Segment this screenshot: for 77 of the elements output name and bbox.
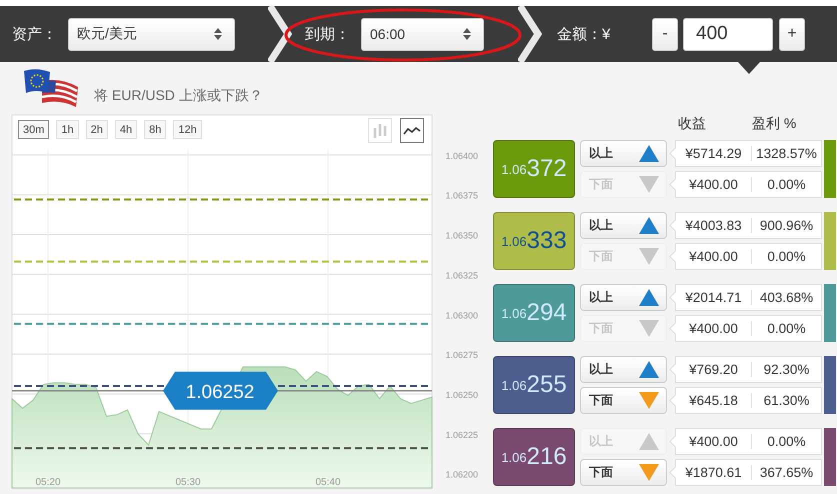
chart-type-button[interactable] [400,118,424,143]
y-axis-label: 1.06325 [445,270,478,280]
x-axis-label: 05:20 [35,477,61,488]
y-axis-label: 1.06250 [445,390,478,400]
column-header: 盈利 % [752,115,796,133]
price-badge: 1.06252 [163,372,278,410]
up-triangle-icon [638,216,660,235]
x-axis-label: 05:40 [315,477,341,488]
expiry-select[interactable]: 06:00 [361,18,484,50]
timeframe-button[interactable]: 8h [144,120,166,139]
y-axis-label: 1.06350 [445,230,478,241]
amount-input[interactable]: 400 [683,18,773,50]
down-triangle-icon [638,391,660,410]
timeframe-button[interactable]: 12h [173,120,202,139]
below-button[interactable]: 下面 [580,459,667,486]
candlestick-icon [373,122,387,138]
strike-price-card[interactable]: 1.06216 [493,428,575,486]
payout-amount: ¥400.00 [676,321,752,336]
profit-percent: 61.30% [762,393,810,408]
profit-percent: 367.65% [758,465,814,480]
payout-amount: ¥769.20 [676,362,752,377]
up-triangle-icon [638,288,660,307]
above-button[interactable]: 以上 [580,212,667,239]
timeframe-button[interactable]: 4h [114,120,138,139]
y-axis-label: 1.06200 [445,470,478,480]
chevron-separator-icon [518,6,542,62]
sort-icon [463,28,471,40]
profit-percent: 92.30% [762,362,810,377]
y-axis-label: 1.06400 [445,150,478,161]
payout-amount: ¥400.00 [676,177,752,192]
column-header: 收益 [678,115,706,133]
above-button[interactable]: 以上 [580,140,667,167]
line-chart-icon [403,124,421,136]
up-triangle-icon [638,360,660,379]
asset-label: 资产： [12,24,58,44]
above-button[interactable]: 以上 [580,284,667,311]
profit-percent: 900.96% [758,218,814,233]
down-triangle-icon [638,175,660,194]
profit-percent: 0.00% [766,249,807,264]
strike-price-card[interactable]: 1.06333 [493,212,575,270]
amount-label: 金额：¥ [557,24,612,44]
y-axis-label: 1.06225 [445,430,478,440]
x-axis-label: 05:30 [175,477,201,488]
expiry-label: 到期： [305,24,351,44]
profit-percent: 0.00% [766,321,807,336]
decrease-button[interactable]: - [652,18,678,50]
timeframe-button[interactable]: 1h [56,120,79,139]
y-axis-label: 1.06375 [445,190,478,201]
profit-percent: 0.00% [766,434,807,449]
up-triangle-icon [638,144,660,163]
payout-amount: ¥400.00 [676,249,752,264]
asset-select[interactable]: 欧元/美元 [68,18,235,50]
annotation: 1.06252 [186,382,254,403]
timeframe-button[interactable]: 2h [86,120,108,139]
payout-amount: ¥400.00 [676,434,752,449]
chevron-separator-icon [268,6,292,62]
payout-amount: ¥2014.71 [676,290,752,305]
payout-amount: ¥1870.61 [676,465,752,480]
strike-price-card[interactable]: 1.06255 [493,356,575,414]
profit-percent: 1328.57% [755,146,818,161]
above-button[interactable]: 以上 [580,356,667,383]
payout-amount: ¥5714.29 [676,146,752,161]
below-button[interactable]: 下面 [580,387,667,414]
question-text: 将 EUR/USD 上涨或下跌？ [94,86,263,104]
down-triangle-icon [638,247,660,266]
timeframe-button[interactable]: 30m [18,120,50,139]
up-triangle-icon [638,432,660,451]
y-axis-label: 1.06300 [445,310,478,320]
profit-percent: 403.68% [758,290,814,305]
payout-amount: ¥645.18 [676,393,752,408]
sort-icon [214,28,222,40]
y-axis-label: 1.06275 [445,350,478,360]
payout-amount: ¥4003.83 [676,218,752,233]
down-triangle-icon [638,319,660,338]
down-triangle-icon [638,463,660,482]
profit-percent: 0.00% [766,177,807,192]
increase-button[interactable]: + [779,18,805,50]
